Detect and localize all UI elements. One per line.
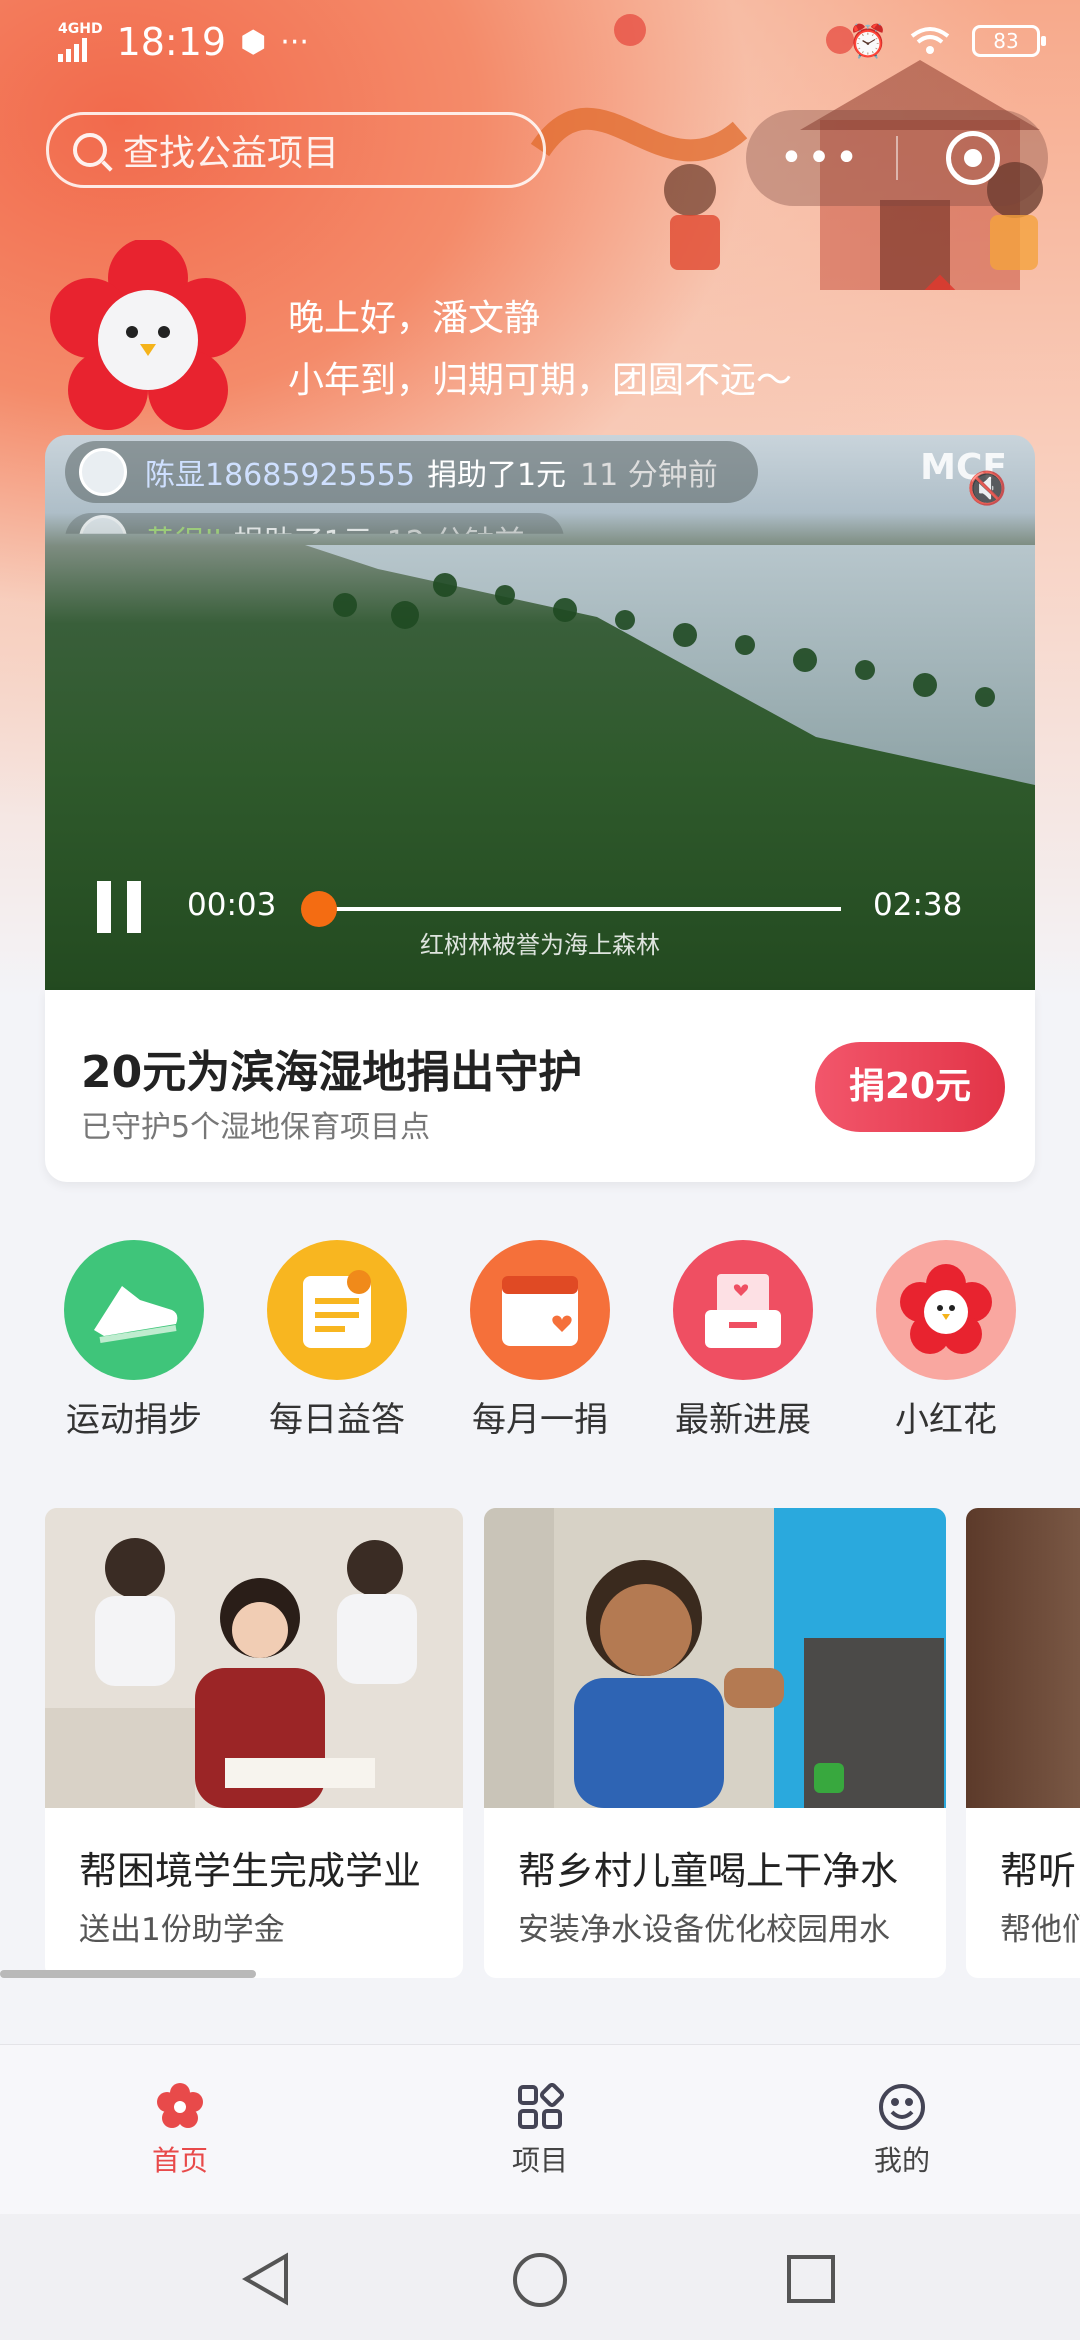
- shortcut-label: 小红花: [895, 1400, 997, 1440]
- donor-name: 陈显18685925555: [145, 458, 415, 493]
- project-image-water: [484, 1508, 946, 1808]
- battery-indicator: 83: [972, 25, 1046, 57]
- close-miniprogram-button[interactable]: [898, 131, 1048, 185]
- shortcut-label: 每日益答: [269, 1400, 405, 1440]
- tab-label: 我的: [873, 2144, 930, 2177]
- flower-icon: [100, 2081, 260, 2133]
- status-bar: 4GHD 18:19 ⬢ ··· ⏰ 83: [0, 0, 1080, 90]
- video-player[interactable]: 陈显18685925555 捐助了1元 11 分钟前 黄很ll 捐助了1元 12…: [45, 435, 1035, 990]
- project-image-students: [45, 1508, 463, 1808]
- shortcut-sports-steps[interactable]: 运动捐步: [44, 1240, 224, 1441]
- carousel-scrollbar: [0, 1970, 256, 1978]
- wifi-icon: [910, 27, 950, 54]
- feature-title: 20元为滨海湿地捐出守护: [81, 1047, 583, 1098]
- project-image-hearing: [966, 1508, 1080, 1808]
- inbox-heart-icon: [673, 1240, 813, 1380]
- feature-subtitle: 已守护5个湿地保育项目点: [81, 1110, 431, 1145]
- tab-mine[interactable]: 我的: [822, 2081, 982, 2179]
- quiz-icon: [267, 1240, 407, 1380]
- red-flower-mascot: [50, 240, 246, 430]
- tab-label: 项目: [511, 2144, 568, 2177]
- shortcut-latest-progress[interactable]: 最新进展: [653, 1240, 833, 1441]
- donation-time: 11 分钟前: [580, 458, 718, 493]
- home-icon[interactable]: [512, 2252, 568, 2308]
- feature-project-card[interactable]: 20元为滨海湿地捐出守护 已守护5个湿地保育项目点 捐20元: [45, 990, 1035, 1182]
- tab-projects[interactable]: 项目: [460, 2081, 620, 2179]
- project-title: 帮乡村儿童喝上干净水: [518, 1849, 899, 1893]
- donation-ticker: 陈显18685925555 捐助了1元 11 分钟前: [65, 441, 758, 503]
- project-card[interactable]: 帮乡村儿童喝上干净水 安装净水设备优化校园用水: [484, 1508, 946, 1978]
- clock: 18:19: [116, 20, 227, 64]
- more-options-button[interactable]: •••: [746, 135, 896, 181]
- project-subtitle: 安装净水设备优化校园用水: [518, 1912, 890, 1948]
- donate-button[interactable]: 捐20元: [815, 1042, 1005, 1132]
- shortcut-label: 每月一捐: [472, 1400, 608, 1440]
- shortcut-row: 运动捐步 每日益答 每月一捐 最新进展 小红花: [0, 1240, 1080, 1440]
- back-icon[interactable]: [240, 2252, 292, 2306]
- tab-home[interactable]: 首页: [100, 2081, 260, 2179]
- calendar-heart-icon: [470, 1240, 610, 1380]
- greeting-line: 晚上好，潘文静: [288, 298, 541, 339]
- signal-icon: 4GHD: [58, 22, 103, 62]
- tab-label: 首页: [151, 2144, 208, 2177]
- project-card[interactable]: 帮听 帮他们: [966, 1508, 1080, 1978]
- search-placeholder: 查找公益项目: [123, 133, 340, 174]
- project-subtitle: 帮他们: [1000, 1912, 1080, 1948]
- project-carousel[interactable]: 帮困境学生完成学业 送出1份助学金 帮乡村儿童喝上干净水 安装净水设备优化校园用…: [0, 1508, 1080, 1978]
- miniprogram-capsule: •••: [746, 110, 1048, 206]
- grid-icon: [460, 2081, 620, 2133]
- progress-knob[interactable]: [301, 891, 337, 927]
- smiley-icon: [822, 2081, 982, 2133]
- project-card[interactable]: 帮困境学生完成学业 送出1份助学金: [45, 1508, 463, 1978]
- bottom-tab-bar: 首页 项目 我的: [0, 2044, 1080, 2214]
- progress-track[interactable]: [321, 907, 841, 911]
- project-title: 帮困境学生完成学业: [79, 1849, 422, 1893]
- total-time: 02:38: [873, 887, 963, 923]
- shortcut-red-flower[interactable]: 小红花: [856, 1240, 1036, 1441]
- shortcut-label: 最新进展: [675, 1400, 811, 1440]
- mute-icon[interactable]: 🔇: [967, 469, 1007, 507]
- target-icon: [946, 131, 1000, 185]
- search-input[interactable]: 查找公益项目: [46, 112, 546, 188]
- shortcut-daily-quiz[interactable]: 每日益答: [247, 1240, 427, 1441]
- avatar: [79, 448, 127, 496]
- search-icon: [73, 133, 107, 167]
- app-notification-icon: ⬢: [240, 24, 267, 60]
- system-navigation-bar: [0, 2214, 1080, 2340]
- current-time: 00:03: [187, 887, 277, 923]
- video-caption: 红树林被誉为海上森林: [420, 931, 660, 959]
- shortcut-monthly-donation[interactable]: 每月一捐: [450, 1240, 630, 1441]
- red-flower-icon: [876, 1240, 1016, 1380]
- network-type: 4GHD: [58, 21, 103, 37]
- greeting-slogan: 小年到，归期可期，团圆不远～: [288, 360, 793, 401]
- project-title: 帮听: [1000, 1849, 1077, 1893]
- sneaker-icon: [64, 1240, 204, 1380]
- donation-action: 捐助了1元: [426, 458, 567, 493]
- alarm-icon: ⏰: [848, 22, 888, 60]
- greeting-block: 晚上好，潘文静 小年到，归期可期，团圆不远～: [288, 288, 792, 412]
- more-notifications-icon: ···: [280, 24, 309, 60]
- recent-apps-icon[interactable]: [786, 2254, 836, 2304]
- project-subtitle: 送出1份助学金: [79, 1912, 285, 1948]
- shortcut-label: 运动捐步: [66, 1400, 202, 1440]
